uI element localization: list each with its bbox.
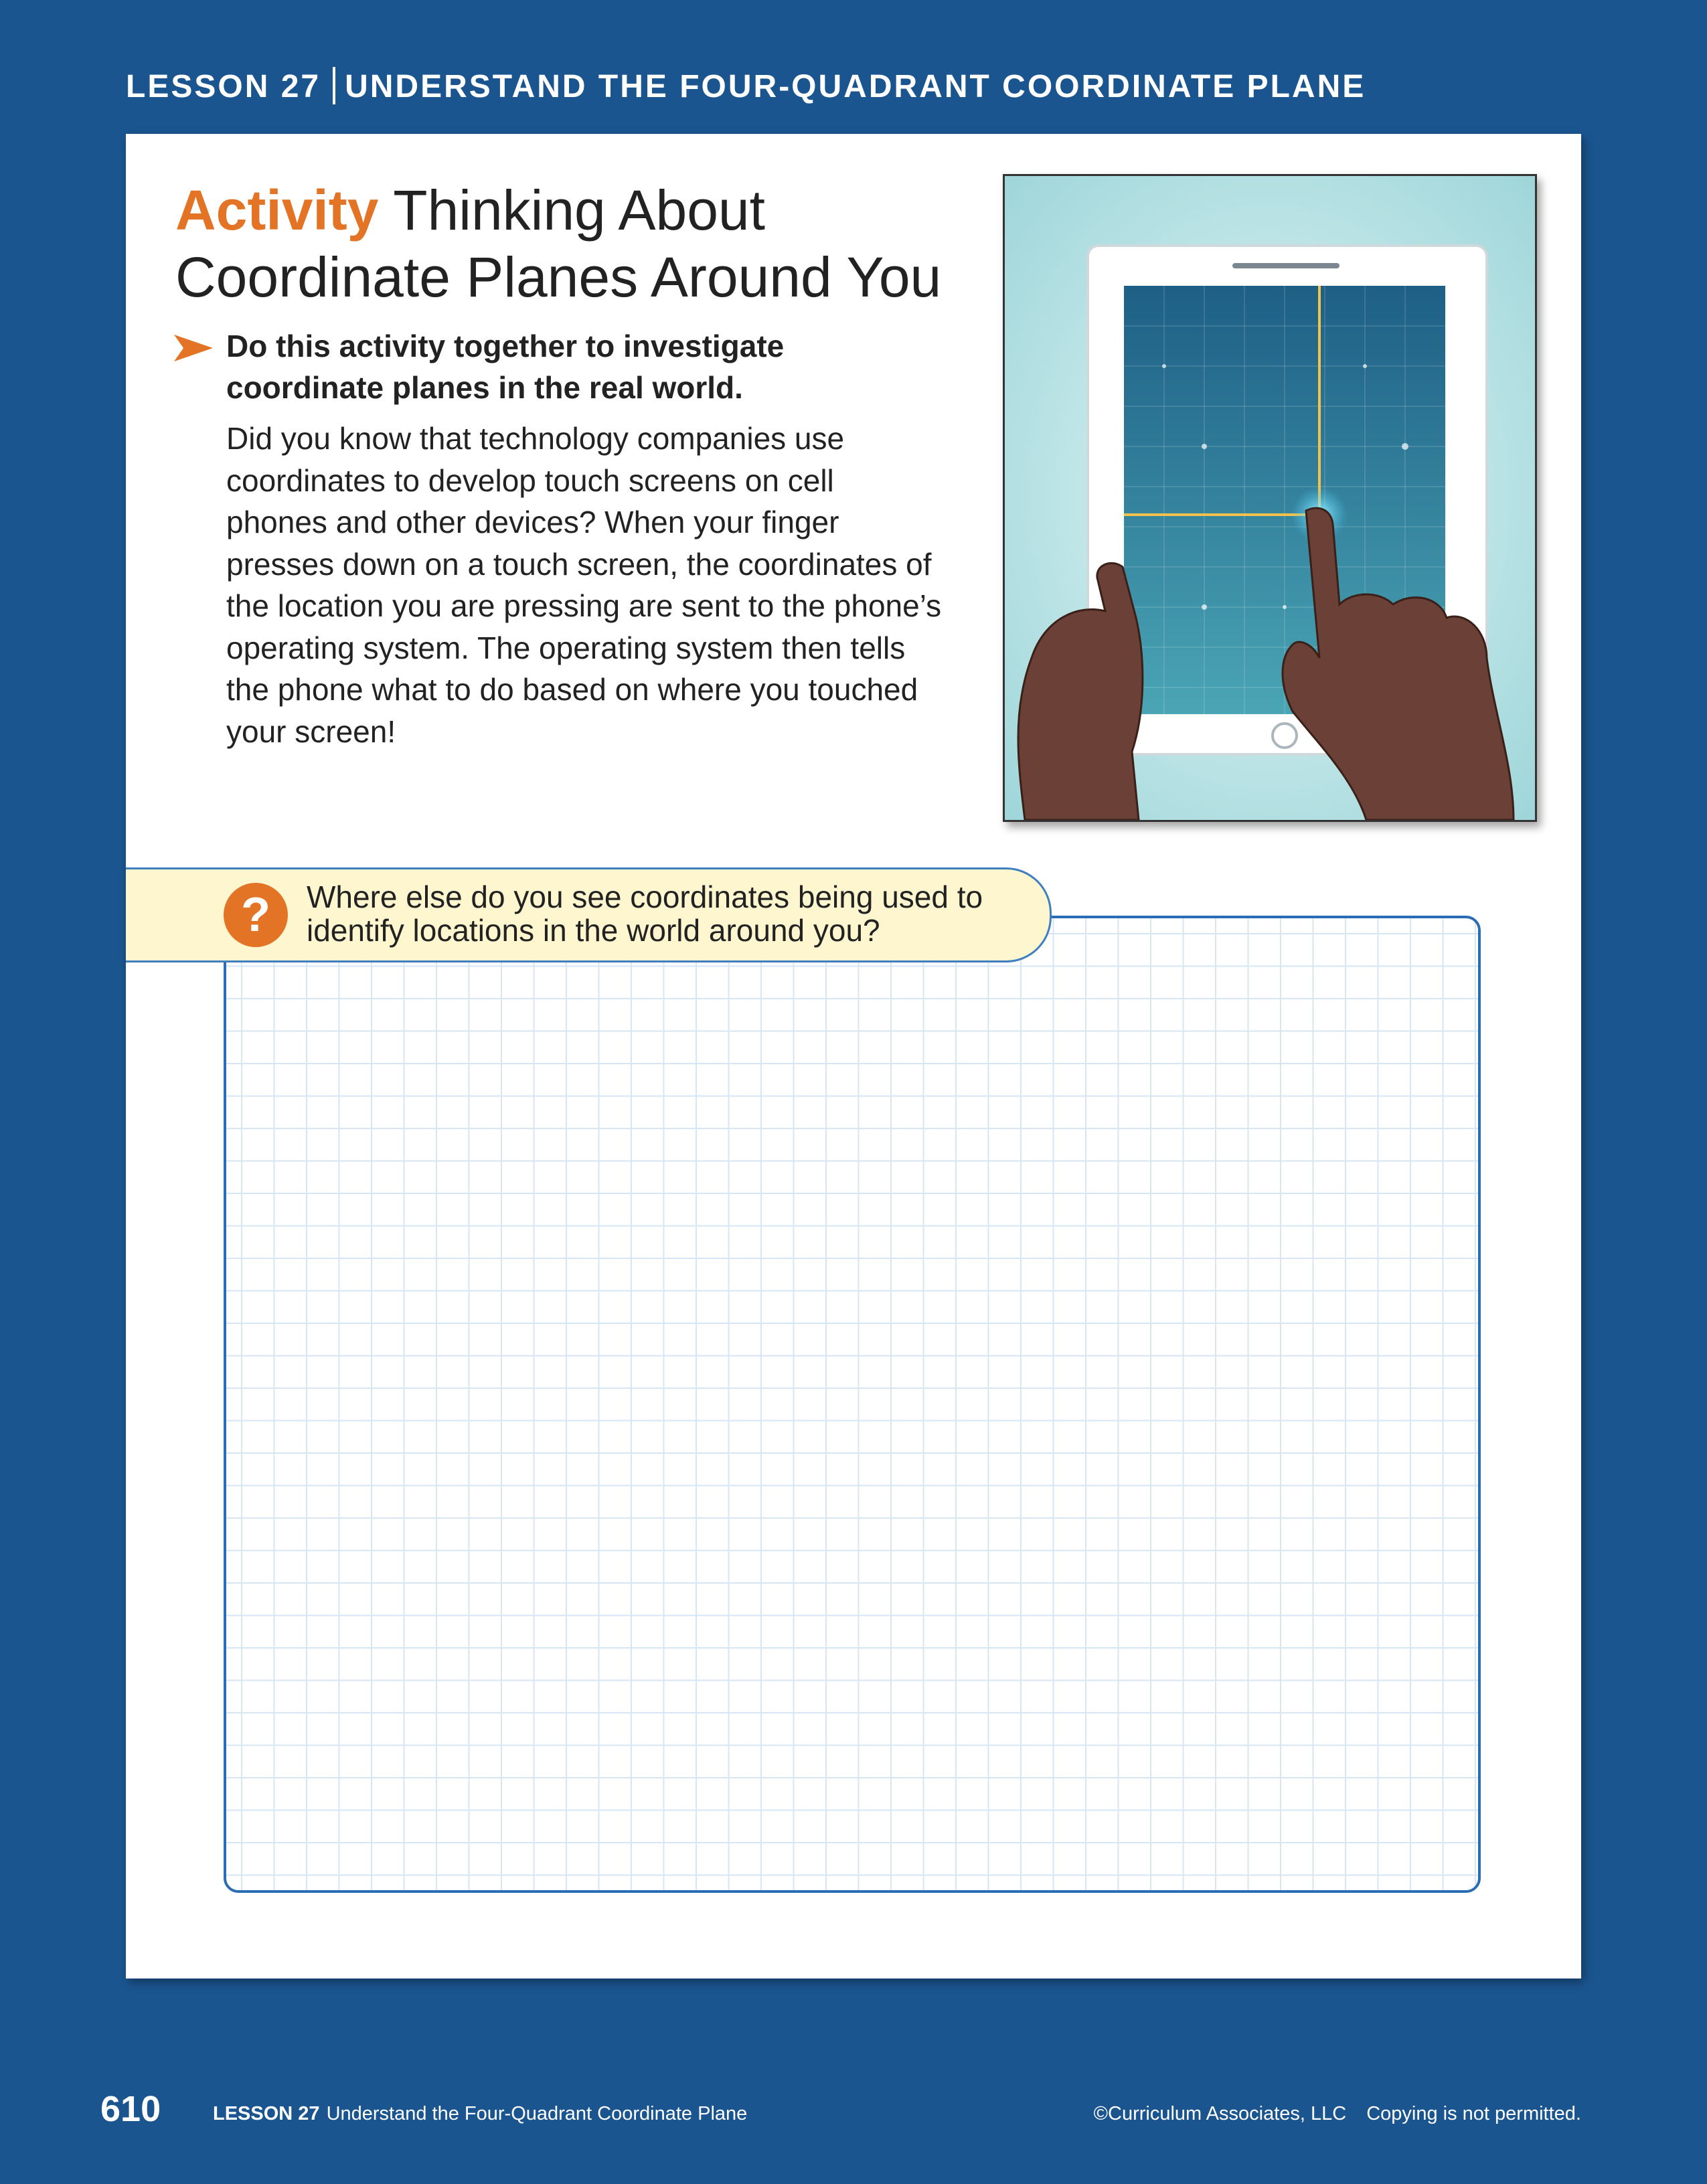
question-line: Where else do you see coordinates being … — [307, 879, 983, 914]
activity-title: Activity Thinking About Coordinate Plane… — [175, 177, 1046, 311]
activity-body: Did you know that technology companies u… — [226, 418, 1096, 752]
activity-panel: Activity Thinking About Coordinate Plane… — [126, 134, 1581, 1979]
copyright-text: ©Curriculum Associates, LLC — [1093, 2103, 1347, 2124]
answer-grid[interactable] — [224, 916, 1481, 1893]
header-divider — [333, 67, 336, 105]
body-line: your screen! — [226, 713, 396, 749]
page-number: 610 — [100, 2089, 161, 2129]
body-line: phones and other devices? When your fing… — [226, 505, 839, 539]
lesson-header: LESSON 27 UNDERSTAND THE FOUR-QUADRANT CO… — [126, 67, 1366, 107]
footer-lesson: LESSON 27 Understand the Four-Quadrant Co… — [213, 2103, 747, 2125]
tablet-image — [1005, 176, 1535, 820]
activity-title-line2: Coordinate Planes Around You — [175, 246, 942, 309]
activity-instructions: Do this activity together to investigate… — [226, 325, 1063, 408]
discussion-question: ? Where else do you see coordinates bein… — [126, 867, 1052, 962]
footer-lesson-label: LESSON 27 — [213, 2103, 320, 2124]
lesson-title: UNDERSTAND THE FOUR-QUADRANT COORDINATE … — [345, 69, 1366, 104]
footer-copyright: ©Curriculum Associates, LLC Copying is no… — [1094, 2103, 1581, 2125]
arrow-icon — [174, 335, 213, 365]
copy-notice: Copying is not permitted. — [1366, 2103, 1581, 2124]
body-line: the phone what to do based on where you … — [226, 672, 918, 707]
activity-title-line1: Thinking About — [393, 179, 765, 242]
instruction-line: coordinate planes in the real world. — [226, 370, 743, 405]
instruction-line: Do this activity together to investigate — [226, 329, 785, 363]
body-line: operating system. The operating system t… — [226, 630, 906, 665]
touchscreen-illustration — [1003, 174, 1537, 822]
body-line: presses down on a touch screen, the coor… — [226, 546, 932, 582]
body-line: Did you know that technology companies u… — [226, 421, 845, 456]
question-text: Where else do you see coordinates being … — [307, 880, 1043, 947]
activity-label: Activity — [175, 179, 379, 242]
question-icon: ? — [224, 883, 288, 947]
question-line: identify locations in the world around y… — [307, 913, 880, 948]
body-line: coordinates to develop touch screens on … — [226, 463, 834, 498]
body-line: the location you are pressing are sent t… — [226, 588, 942, 623]
footer-lesson-title: Understand the Four-Quadrant Coordinate … — [326, 2103, 748, 2124]
lesson-label: LESSON 27 — [126, 69, 321, 104]
